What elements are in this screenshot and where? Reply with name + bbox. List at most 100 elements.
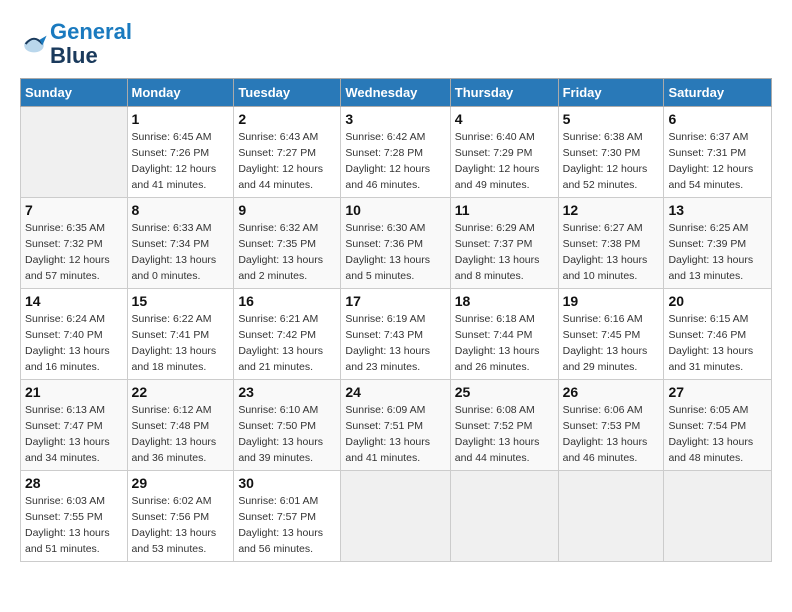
day-header-friday: Friday <box>558 79 664 107</box>
day-number: 28 <box>25 475 123 491</box>
day-info: Sunrise: 6:03 AMSunset: 7:55 PMDaylight:… <box>25 494 123 557</box>
day-info: Sunrise: 6:30 AMSunset: 7:36 PMDaylight:… <box>345 221 445 284</box>
day-number: 13 <box>668 202 767 218</box>
day-number: 23 <box>238 384 336 400</box>
day-number: 1 <box>132 111 230 127</box>
calendar-cell <box>450 471 558 562</box>
day-info: Sunrise: 6:08 AMSunset: 7:52 PMDaylight:… <box>455 403 554 466</box>
day-info: Sunrise: 6:27 AMSunset: 7:38 PMDaylight:… <box>563 221 660 284</box>
day-number: 8 <box>132 202 230 218</box>
day-number: 25 <box>455 384 554 400</box>
day-number: 5 <box>563 111 660 127</box>
day-number: 27 <box>668 384 767 400</box>
calendar-cell: 11 Sunrise: 6:29 AMSunset: 7:37 PMDayligh… <box>450 198 558 289</box>
day-number: 4 <box>455 111 554 127</box>
calendar-cell: 21Sunrise: 6:13 AMSunset: 7:47 PMDayligh… <box>21 380 128 471</box>
day-info: Sunrise: 6:19 AMSunset: 7:43 PMDaylight:… <box>345 312 445 375</box>
logo-icon <box>20 30 48 58</box>
day-info: Sunrise: 6:12 AMSunset: 7:48 PMDaylight:… <box>132 403 230 466</box>
calendar-body: 1 Sunrise: 6:45 AMSunset: 7:26 PMDaylight… <box>21 107 772 562</box>
day-number: 6 <box>668 111 767 127</box>
day-info: Sunrise: 6:42 AMSunset: 7:28 PMDaylight:… <box>345 130 445 193</box>
day-header-sunday: Sunday <box>21 79 128 107</box>
calendar-cell: 23 Sunrise: 6:10 AMSunset: 7:50 PMDayligh… <box>234 380 341 471</box>
day-number: 10 <box>345 202 445 218</box>
day-info: Sunrise: 6:09 AMSunset: 7:51 PMDaylight:… <box>345 403 445 466</box>
day-info: Sunrise: 6:29 AMSunset: 7:37 PMDaylight:… <box>455 221 554 284</box>
calendar-cell: 6 Sunrise: 6:37 AMSunset: 7:31 PMDaylight… <box>664 107 772 198</box>
day-info: Sunrise: 6:35 AMSunset: 7:32 PMDaylight:… <box>25 221 123 284</box>
day-info: Sunrise: 6:18 AMSunset: 7:44 PMDaylight:… <box>455 312 554 375</box>
day-header-saturday: Saturday <box>664 79 772 107</box>
calendar-cell: 25 Sunrise: 6:08 AMSunset: 7:52 PMDayligh… <box>450 380 558 471</box>
day-number: 3 <box>345 111 445 127</box>
day-number: 20 <box>668 293 767 309</box>
calendar-cell: 2Sunrise: 6:43 AMSunset: 7:27 PMDaylight… <box>234 107 341 198</box>
day-info: Sunrise: 6:13 AMSunset: 7:47 PMDaylight:… <box>25 403 123 466</box>
calendar-cell: 15 Sunrise: 6:22 AMSunset: 7:41 PMDayligh… <box>127 289 234 380</box>
day-number: 24 <box>345 384 445 400</box>
calendar-week-3: 14 Sunrise: 6:24 AMSunset: 7:40 PMDayligh… <box>21 289 772 380</box>
day-number: 26 <box>563 384 660 400</box>
day-header-tuesday: Tuesday <box>234 79 341 107</box>
calendar-cell: 17 Sunrise: 6:19 AMSunset: 7:43 PMDayligh… <box>341 289 450 380</box>
calendar-header: SundayMondayTuesdayWednesdayThursdayFrid… <box>21 79 772 107</box>
day-number: 15 <box>132 293 230 309</box>
calendar-cell <box>21 107 128 198</box>
day-info: Sunrise: 6:38 AMSunset: 7:30 PMDaylight:… <box>563 130 660 193</box>
day-number: 7 <box>25 202 123 218</box>
day-number: 17 <box>345 293 445 309</box>
day-info: Sunrise: 6:33 AMSunset: 7:34 PMDaylight:… <box>132 221 230 284</box>
calendar-cell: 19 Sunrise: 6:16 AMSunset: 7:45 PMDayligh… <box>558 289 664 380</box>
day-number: 12 <box>563 202 660 218</box>
day-number: 19 <box>563 293 660 309</box>
calendar-cell: 18Sunrise: 6:18 AMSunset: 7:44 PMDayligh… <box>450 289 558 380</box>
calendar-cell: 4 Sunrise: 6:40 AMSunset: 7:29 PMDaylight… <box>450 107 558 198</box>
day-header-wednesday: Wednesday <box>341 79 450 107</box>
calendar-cell: 29 Sunrise: 6:02 AMSunset: 7:56 PMDayligh… <box>127 471 234 562</box>
calendar-cell: 5 Sunrise: 6:38 AMSunset: 7:30 PMDaylight… <box>558 107 664 198</box>
calendar-cell: 28 Sunrise: 6:03 AMSunset: 7:55 PMDayligh… <box>21 471 128 562</box>
calendar-cell: 22 Sunrise: 6:12 AMSunset: 7:48 PMDayligh… <box>127 380 234 471</box>
calendar-cell: 30Sunrise: 6:01 AMSunset: 7:57 PMDayligh… <box>234 471 341 562</box>
day-header-thursday: Thursday <box>450 79 558 107</box>
day-info: Sunrise: 6:32 AMSunset: 7:35 PMDaylight:… <box>238 221 336 284</box>
day-info: Sunrise: 6:40 AMSunset: 7:29 PMDaylight:… <box>455 130 554 193</box>
calendar-cell: 24 Sunrise: 6:09 AMSunset: 7:51 PMDayligh… <box>341 380 450 471</box>
day-info: Sunrise: 6:05 AMSunset: 7:54 PMDaylight:… <box>668 403 767 466</box>
day-info: Sunrise: 6:06 AMSunset: 7:53 PMDaylight:… <box>563 403 660 466</box>
day-info: Sunrise: 6:24 AMSunset: 7:40 PMDaylight:… <box>25 312 123 375</box>
page-header: GeneralBlue <box>20 20 772 68</box>
day-number: 16 <box>238 293 336 309</box>
day-info: Sunrise: 6:43 AMSunset: 7:27 PMDaylight:… <box>238 130 336 193</box>
calendar-cell: 1 Sunrise: 6:45 AMSunset: 7:26 PMDaylight… <box>127 107 234 198</box>
calendar-week-2: 7 Sunrise: 6:35 AMSunset: 7:32 PMDaylight… <box>21 198 772 289</box>
day-info: Sunrise: 6:25 AMSunset: 7:39 PMDaylight:… <box>668 221 767 284</box>
calendar-cell: 14 Sunrise: 6:24 AMSunset: 7:40 PMDayligh… <box>21 289 128 380</box>
day-info: Sunrise: 6:02 AMSunset: 7:56 PMDaylight:… <box>132 494 230 557</box>
day-info: Sunrise: 6:37 AMSunset: 7:31 PMDaylight:… <box>668 130 767 193</box>
day-number: 30 <box>238 475 336 491</box>
calendar-cell: 27 Sunrise: 6:05 AMSunset: 7:54 PMDayligh… <box>664 380 772 471</box>
calendar-cell: 7 Sunrise: 6:35 AMSunset: 7:32 PMDaylight… <box>21 198 128 289</box>
calendar-cell: 20 Sunrise: 6:15 AMSunset: 7:46 PMDayligh… <box>664 289 772 380</box>
day-info: Sunrise: 6:15 AMSunset: 7:46 PMDaylight:… <box>668 312 767 375</box>
calendar-week-5: 28 Sunrise: 6:03 AMSunset: 7:55 PMDayligh… <box>21 471 772 562</box>
day-info: Sunrise: 6:16 AMSunset: 7:45 PMDaylight:… <box>563 312 660 375</box>
day-header-monday: Monday <box>127 79 234 107</box>
calendar-cell: 13 Sunrise: 6:25 AMSunset: 7:39 PMDayligh… <box>664 198 772 289</box>
day-info: Sunrise: 6:45 AMSunset: 7:26 PMDaylight:… <box>132 130 230 193</box>
day-number: 22 <box>132 384 230 400</box>
calendar-week-1: 1 Sunrise: 6:45 AMSunset: 7:26 PMDaylight… <box>21 107 772 198</box>
day-info: Sunrise: 6:22 AMSunset: 7:41 PMDaylight:… <box>132 312 230 375</box>
day-info: Sunrise: 6:10 AMSunset: 7:50 PMDaylight:… <box>238 403 336 466</box>
calendar-week-4: 21Sunrise: 6:13 AMSunset: 7:47 PMDayligh… <box>21 380 772 471</box>
day-number: 29 <box>132 475 230 491</box>
calendar-cell: 9Sunrise: 6:32 AMSunset: 7:35 PMDaylight… <box>234 198 341 289</box>
calendar-cell <box>664 471 772 562</box>
calendar-cell: 12 Sunrise: 6:27 AMSunset: 7:38 PMDayligh… <box>558 198 664 289</box>
day-number: 11 <box>455 202 554 218</box>
day-number: 14 <box>25 293 123 309</box>
calendar-cell: 3 Sunrise: 6:42 AMSunset: 7:28 PMDaylight… <box>341 107 450 198</box>
calendar-cell: 26 Sunrise: 6:06 AMSunset: 7:53 PMDayligh… <box>558 380 664 471</box>
